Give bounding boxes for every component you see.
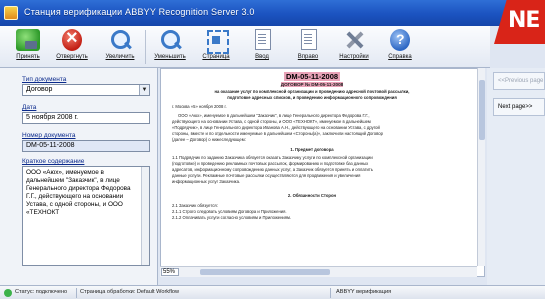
date-label: Дата [22,104,37,111]
doc-type-label: Тип документа [22,76,67,83]
settings-label: Настройки [339,54,369,60]
document-horizontal-scrollbar[interactable]: 55% [160,266,477,277]
right-button[interactable]: Вправо [288,29,328,66]
document-line: 1. Предмет договора [290,147,334,152]
reject-button[interactable]: Отвергнуть [52,27,92,66]
document-icon [296,29,320,51]
scroll-thumb[interactable] [200,269,330,275]
document-line: 2.1 Заказчик обязуется: [172,203,218,208]
zoom-in-label: Увеличить [105,54,135,60]
document-line: информационных услуг Заказчика. [172,179,241,184]
fields-panel: Тип документа Договор ▼ Дата 5 ноября 20… [0,68,158,285]
summary-scrollbar[interactable] [141,167,149,265]
zoom-in-button[interactable]: Увеличить [100,29,140,66]
toolbar: Принять Отвергнуть Увеличить Уменьшить С… [0,26,490,68]
doc-type-select[interactable]: Договор ▼ [22,84,150,96]
reject-label: Отвергнуть [56,54,88,60]
document-line: (далее – Договор) о нижеследующем: [172,137,246,142]
document-line: «Подрядчик», в лице Генерального директо… [172,125,380,130]
zoom-level[interactable]: 55% [161,268,179,276]
zoom-out-button[interactable]: Уменьшить [150,29,190,66]
app-icon [4,6,18,20]
chevron-down-icon[interactable]: ▼ [139,85,149,95]
document-line: 2.1.2 Оплачивать услуги согласно условия… [172,215,292,220]
window-title-bar: Станция верификации ABBYY Recognition Se… [0,0,545,26]
fit-page-button[interactable]: Страница [196,29,236,66]
navigation-panel: <<Previous page Next page>> [487,68,545,285]
settings-icon [342,29,366,51]
new-badge-label: NE [508,8,540,33]
help-label: Справка [388,54,412,60]
status-right: ABBYY верификация [336,289,392,295]
doc-number-field[interactable]: DM-05-11-2008 [22,140,150,152]
document-line: на оказание услуг по комплексной организ… [214,89,410,94]
document-line: стороны, вместе и по отдельности именуем… [172,131,383,136]
summary-label: Краткое содержание [22,158,85,165]
fit-page-label: Страница [202,54,230,60]
summary-field[interactable]: ООО «Аюх», именуемое в дальнейшем "Заказ… [22,166,150,266]
status-divider [330,288,331,298]
help-button[interactable]: Справка [380,29,420,66]
zoom-out-icon [158,29,182,51]
reject-icon [62,27,82,51]
toolbar-separator [145,30,146,64]
document-vertical-scrollbar[interactable] [477,68,485,266]
document-line: данные услуги. Рекламные почтовые рассыл… [172,173,361,178]
document-number: DM-05-11-2008 [283,72,341,81]
accept-button[interactable]: Принять [8,29,48,66]
enter-label: Ввод [255,54,269,60]
connection-status: Статус: подключено [15,289,68,295]
workflow-status: Страница обработки: Default Workflow [80,289,180,295]
document-line: подготовке адресных списков, и проведени… [227,95,397,100]
window-title: Станция верификации ABBYY Recognition Se… [24,7,255,17]
accept-icon [16,29,40,51]
settings-button[interactable]: Настройки [334,29,374,66]
document-line: г. Москва «5» ноября 2008 г. [172,104,227,109]
date-field[interactable]: 5 ноября 2008 г. [22,112,150,124]
document-line: 2. Обязанности Сторон [287,193,337,198]
doc-number-label: Номер документа [22,132,76,139]
status-divider [76,288,77,298]
zoom-out-label: Уменьшить [154,54,186,60]
next-page-button[interactable]: Next page>> [493,98,545,116]
document-line: 2.1.1 Строго следовать условиям Договора… [172,209,287,214]
status-bar: Статус: подключено Страница обработки: D… [0,285,545,299]
fit-page-icon [204,29,229,54]
document-line: адресатов, информационному сопровождению… [172,167,373,172]
status-icon [4,289,12,297]
doc-type-value: Договор [26,86,53,93]
help-icon [390,29,410,51]
document-icon [250,29,274,51]
enter-button[interactable]: Ввод [242,29,282,66]
scroll-thumb[interactable] [479,80,485,140]
document-line: действующего на основании Устава, с одно… [172,119,371,124]
document-line: ООО «Аюх», именуемое в дальнейшем "Заказ… [178,113,370,118]
zoom-in-icon [108,29,132,51]
right-label: Вправо [297,54,319,60]
document-line: ДОГОВОР № DM-05-11-2008 [280,82,344,87]
document-line: 1.1 Подрядчик по заданию Заказчика обязу… [172,155,373,160]
previous-page-button[interactable]: <<Previous page [493,72,545,90]
summary-text: ООО «Аюх», именуемое в дальнейшем "Заказ… [26,169,131,216]
document-line: (подготовке) и проведению рекламных почт… [172,161,369,166]
accept-label: Принять [16,54,40,60]
